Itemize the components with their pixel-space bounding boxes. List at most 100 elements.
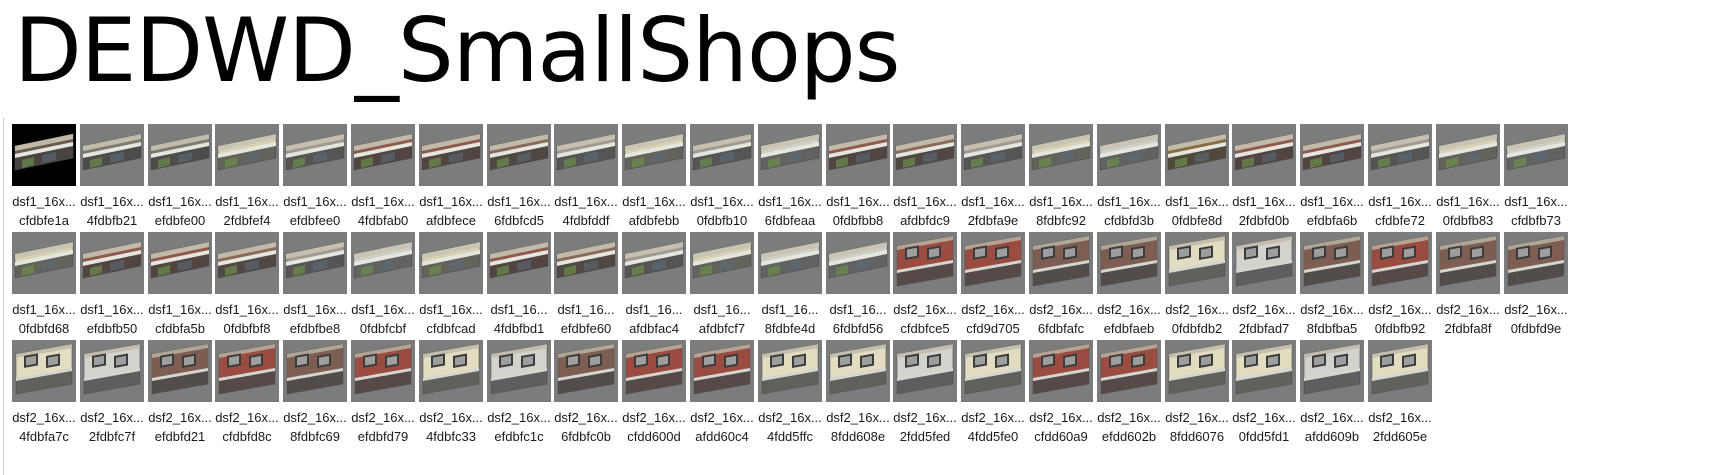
- shop-texture-preview-image: [1368, 232, 1432, 294]
- file-thumbnail-item[interactable]: dsf1_16x... 4fdbfddf: [549, 122, 623, 237]
- shop-texture-preview-image: [1504, 124, 1568, 186]
- file-thumbnail-item[interactable]: dsf1_16x... cfdbfd3b: [1092, 122, 1166, 237]
- shop-texture-preview-image: [80, 232, 144, 294]
- shop-texture-preview-image: [1368, 124, 1432, 186]
- file-thumbnail-item[interactable]: dsf2_16x... efdd602b: [1092, 338, 1166, 453]
- shop-texture-preview-image: [1436, 124, 1500, 186]
- file-name-label: dsf1_16x...: [1504, 194, 1568, 209]
- file-thumbnail-item[interactable]: dsf2_16x... 4fdd5ffc: [753, 338, 827, 453]
- file-thumbnail-item[interactable]: dsf2_16x... 8fdbfba5: [1295, 230, 1369, 345]
- file-thumbnail-item[interactable]: dsf1_16x... efdbfa6b: [1295, 122, 1369, 237]
- shop-texture-preview-image: [80, 340, 144, 402]
- shop-texture-preview-image: [1504, 232, 1568, 294]
- file-thumbnail-item[interactable]: dsf2_16x... 0fdd5fd1: [1227, 338, 1301, 453]
- shop-texture-preview-image: [554, 232, 618, 294]
- file-thumbnail-item[interactable]: dsf1_16x... cfdbfe72: [1363, 122, 1437, 237]
- shop-texture-preview-image: [1300, 124, 1364, 186]
- file-thumbnail-item[interactable]: dsf2_16x... 2fdbfa8f: [1431, 230, 1505, 345]
- file-thumbnail-item[interactable]: dsf1_16x... 0fdbfcbf: [346, 230, 420, 345]
- file-thumbnail-item[interactable]: dsf1_16... efdbfe60: [549, 230, 623, 345]
- shop-texture-preview-image: [1436, 232, 1500, 294]
- file-thumbnail-item[interactable]: dsf2_16x... 2fdbfc7f: [75, 338, 149, 453]
- shop-texture-preview-image: [826, 340, 890, 402]
- file-thumbnail-item[interactable]: dsf1_16x... 2fdbfd0b: [1227, 122, 1301, 237]
- file-thumbnail-item[interactable]: dsf2_16x... efdbfaeb: [1092, 230, 1166, 345]
- page-title: DEDWD_SmallShops: [14, 0, 900, 102]
- file-thumbnail-item[interactable]: dsf2_16x... 0fdbfd9e: [1499, 230, 1573, 345]
- file-thumbnail-item[interactable]: dsf2_16x... cfdbfce5: [888, 230, 962, 345]
- shop-texture-preview-image: [1368, 340, 1432, 402]
- file-thumbnail-item[interactable]: dsf1_16x... 4fdbfb21: [75, 122, 149, 237]
- file-thumbnail-item[interactable]: dsf1_16x... efdbfb50: [75, 230, 149, 345]
- file-name-label: dsf2_16x...: [1504, 302, 1568, 317]
- shop-texture-preview-image: [826, 124, 890, 186]
- file-thumbnail-item[interactable]: dsf1_16x... 2fdbfa9e: [956, 122, 1030, 237]
- file-thumbnail-item[interactable]: dsf2_16x... 0fdbfb92: [1363, 230, 1437, 345]
- file-thumbnail-item[interactable]: dsf2_16x... 2fdd605e: [1363, 338, 1437, 453]
- file-thumbnail-item[interactable]: dsf1_16x... efdbfee0: [278, 122, 352, 237]
- shop-texture-preview-image: [1300, 340, 1364, 402]
- shop-texture-preview-image: [1029, 124, 1093, 186]
- shop-texture-preview-image: [622, 124, 686, 186]
- file-thumbnail-item[interactable]: dsf1_16x... afdbfdc9: [888, 122, 962, 237]
- shop-texture-preview-image: [1300, 232, 1364, 294]
- shop-texture-preview-image: [487, 232, 551, 294]
- file-thumbnail-item[interactable]: dsf1_16x... cfdbfb73: [1499, 122, 1573, 237]
- shop-texture-preview-image: [283, 124, 347, 186]
- file-thumbnail-item[interactable]: dsf1_16x... 0fdbfbf8: [210, 230, 284, 345]
- file-thumbnail-item[interactable]: dsf2_16x... cfdd60a9: [1024, 338, 1098, 453]
- file-thumbnail-item[interactable]: dsf2_16x... 4fdd5fe0: [956, 338, 1030, 453]
- shop-texture-preview-image: [80, 124, 144, 186]
- file-thumbnail-item[interactable]: dsf2_16x... afdd609b: [1295, 338, 1369, 453]
- shop-texture-preview-image: [351, 124, 415, 186]
- file-thumbnail-item[interactable]: dsf1_16x... afdbfece: [414, 122, 488, 237]
- shop-texture-preview-image: [1097, 340, 1161, 402]
- file-thumbnail-item[interactable]: dsf2_16x... afdd60c4: [685, 338, 759, 453]
- file-thumbnail-item[interactable]: dsf1_16x... efdbfbe8: [278, 230, 352, 345]
- shop-texture-preview-image: [554, 340, 618, 402]
- file-thumbnail-item[interactable]: dsf2_16x... cfdbfd8c: [210, 338, 284, 453]
- shop-texture-preview-image: [283, 232, 347, 294]
- shop-texture-preview-image: [351, 340, 415, 402]
- shop-texture-preview-image: [12, 232, 76, 294]
- shop-texture-preview-image: [893, 124, 957, 186]
- file-thumbnail-item[interactable]: dsf1_16x... cfdbfcad: [414, 230, 488, 345]
- file-thumbnail-item[interactable]: dsf1_16... 8fdbfe4d: [753, 230, 827, 345]
- file-thumbnail-item[interactable]: dsf2_16x... 4fdbfa7c: [7, 338, 81, 453]
- file-thumbnail-item[interactable]: dsf2_16x... 6fdbfc0b: [549, 338, 623, 453]
- file-thumbnail-item[interactable]: dsf1_16x... 2fdbfef4: [210, 122, 284, 237]
- file-thumbnail-item[interactable]: dsf1_16x... 0fdbfb83: [1431, 122, 1505, 237]
- file-thumbnail-item[interactable]: dsf2_16x... 6fdbfafc: [1024, 230, 1098, 345]
- file-thumbnail-item[interactable]: dsf1_16x... 8fdbfc92: [1024, 122, 1098, 237]
- shop-texture-preview-image: [690, 340, 754, 402]
- file-thumbnail-item[interactable]: dsf1_16... afdbfcf7: [685, 230, 759, 345]
- shop-texture-preview-image: [1029, 340, 1093, 402]
- shop-texture-preview-image: [758, 232, 822, 294]
- file-thumbnail-item[interactable]: dsf1_16... afdbfac4: [617, 230, 691, 345]
- shop-texture-preview-image: [1165, 124, 1229, 186]
- shop-texture-preview-image: [826, 232, 890, 294]
- file-thumbnail-item[interactable]: dsf1_16x... cfdbfe1a: [7, 122, 81, 237]
- file-thumbnail-item[interactable]: dsf2_16x... cfdd600d: [617, 338, 691, 453]
- file-thumbnail-item[interactable]: dsf1_16x... 0fdbfb10: [685, 122, 759, 237]
- file-thumbnail-item[interactable]: dsf2_16x... 2fdd5fed: [888, 338, 962, 453]
- file-thumbnail-item[interactable]: dsf2_16x... 2fdbfad7: [1227, 230, 1301, 345]
- file-thumbnail-item[interactable]: dsf2_16x... cfd9d705: [956, 230, 1030, 345]
- file-thumbnail-item[interactable]: dsf1_16x... 6fdbfeaa: [753, 122, 827, 237]
- file-thumbnail-item[interactable]: dsf1_16x... 4fdbfab0: [346, 122, 420, 237]
- shop-texture-preview-image: [1165, 340, 1229, 402]
- shop-texture-preview-image: [148, 340, 212, 402]
- shop-texture-preview-image: [758, 340, 822, 402]
- shop-texture-preview-image: [12, 124, 76, 186]
- file-thumbnail-item[interactable]: dsf1_16x... afdbfebb: [617, 122, 691, 237]
- file-thumbnail-item[interactable]: dsf2_16x... 4fdbfc33: [414, 338, 488, 453]
- file-thumbnail-item[interactable]: dsf2_16x... 8fdbfc69: [278, 338, 352, 453]
- shop-texture-preview-image: [893, 232, 957, 294]
- shop-texture-preview-image: [758, 124, 822, 186]
- file-thumbnail-item[interactable]: dsf1_16x... 0fdbfd68: [7, 230, 81, 345]
- shop-texture-preview-image: [1029, 232, 1093, 294]
- file-thumbnail-item[interactable]: dsf2_16x... efdbfd79: [346, 338, 420, 453]
- file-hash-label: 2fdd605e: [1372, 429, 1428, 444]
- shop-texture-preview-image: [148, 232, 212, 294]
- shop-texture-preview-image: [215, 124, 279, 186]
